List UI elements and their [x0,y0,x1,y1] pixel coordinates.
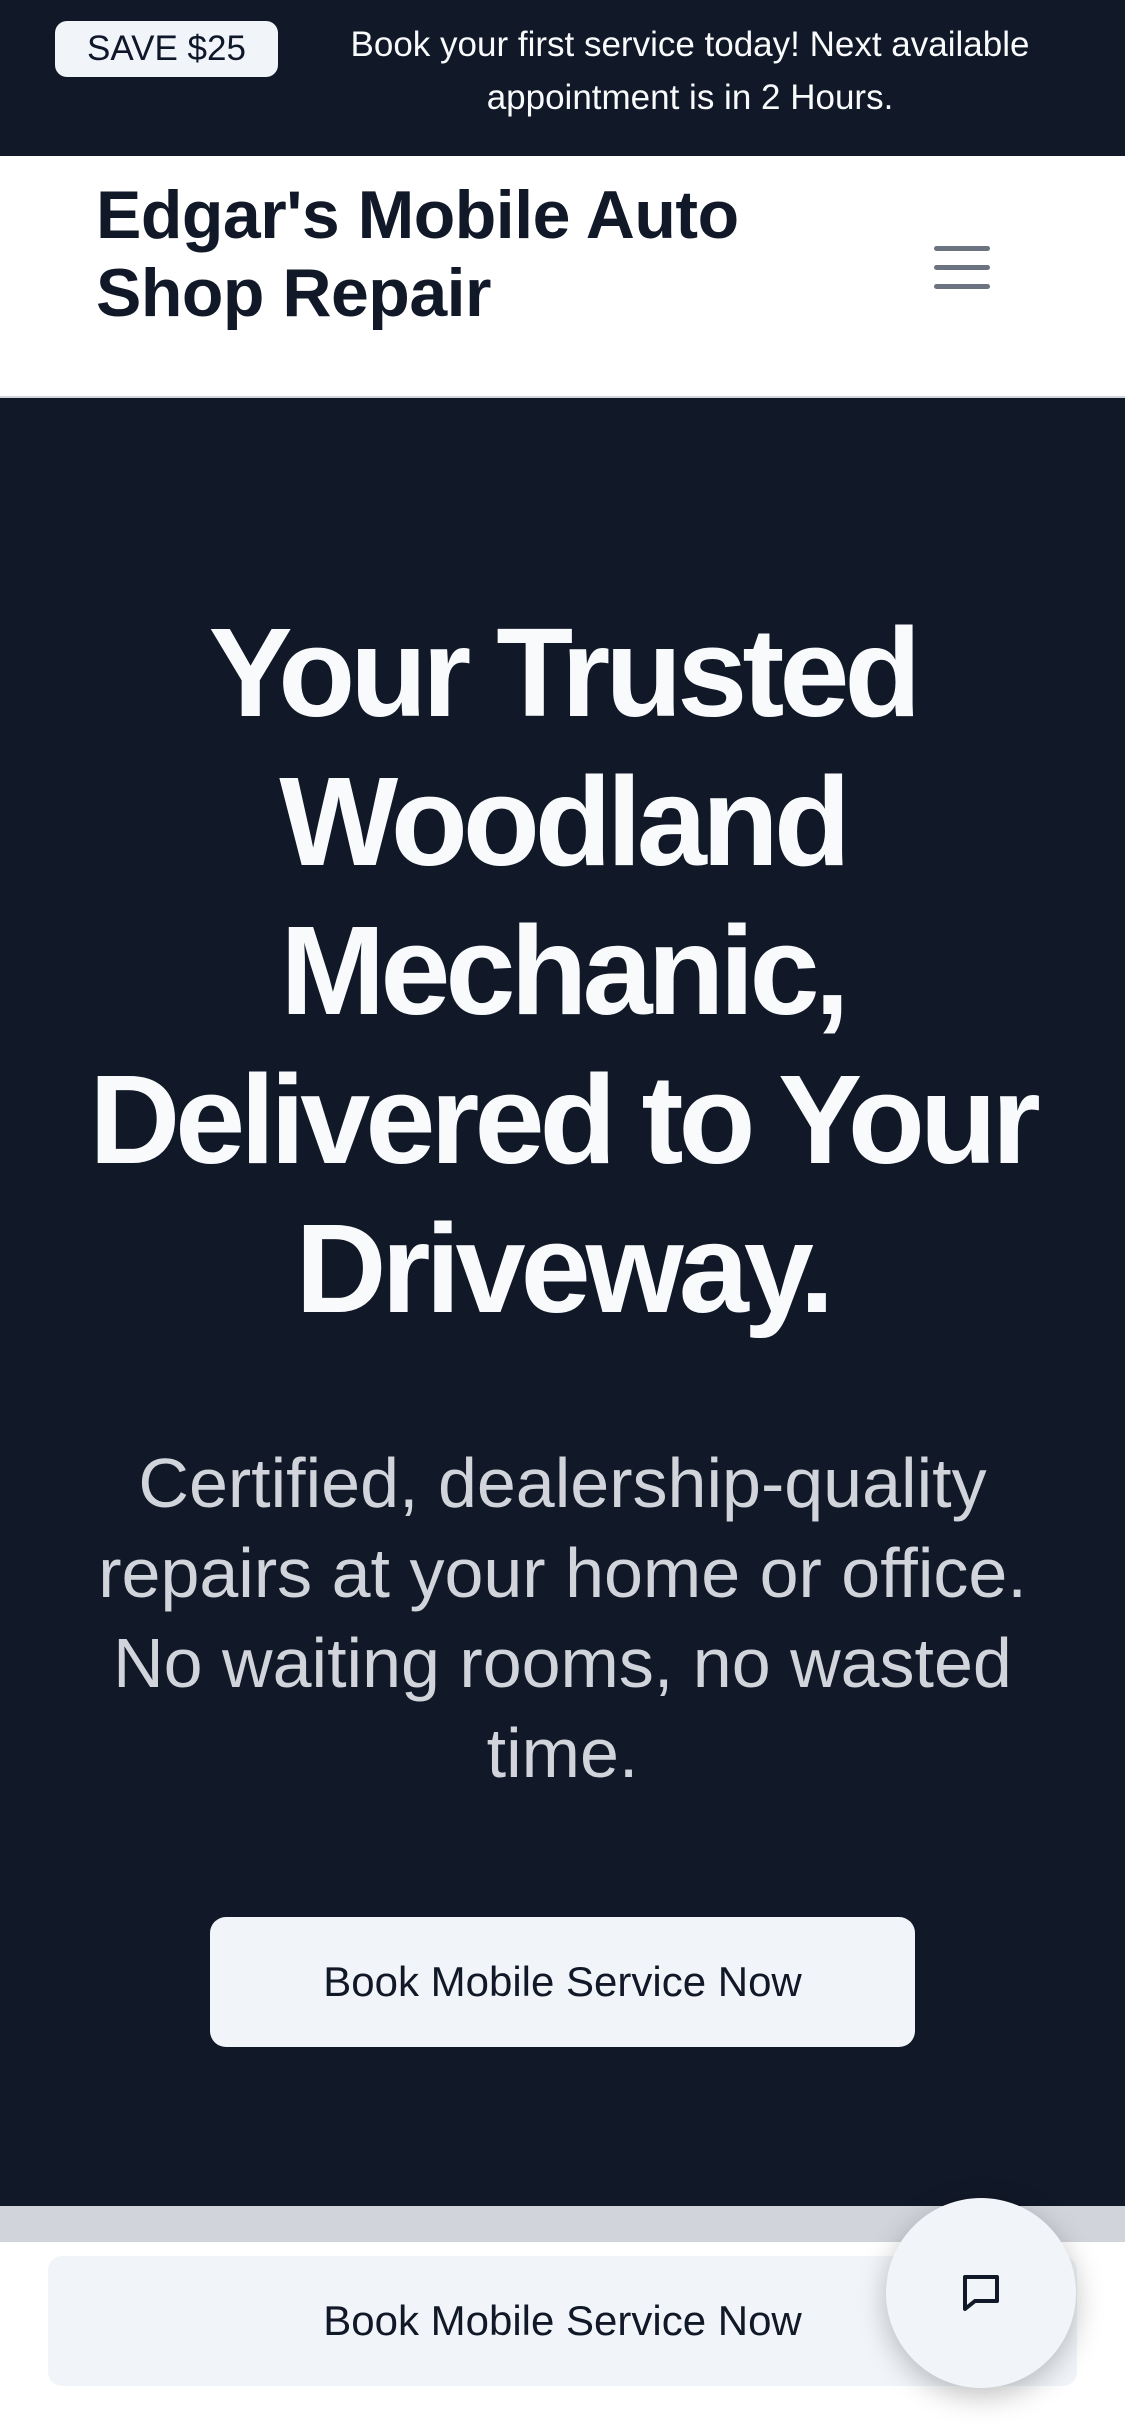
book-service-button[interactable]: Book Mobile Service Now [210,1917,915,2047]
menu-line [934,284,990,289]
menu-line [934,265,990,270]
chat-button[interactable] [886,2198,1076,2388]
announcement-text: Book your first service today! Next avai… [350,25,1030,117]
site-header: Edgar's Mobile Auto Shop Repair [0,156,1125,398]
brand-name[interactable]: Edgar's Mobile Auto Shop Repair [96,176,896,332]
announcement-bar: SAVE $25 Book your first service today! … [0,0,1125,156]
hero-title: Your Trusted Woodland Mechanic, Delivere… [89,602,1041,1339]
menu-line [934,246,990,251]
hero-section: Your Trusted Woodland Mechanic, Delivere… [0,398,1125,2206]
chat-bubble-icon [963,2275,999,2311]
hero-subtitle: Certified, dealership-quality repairs at… [98,1444,1027,1792]
save-badge: SAVE $25 [55,21,278,77]
hamburger-menu-icon[interactable] [930,244,996,294]
